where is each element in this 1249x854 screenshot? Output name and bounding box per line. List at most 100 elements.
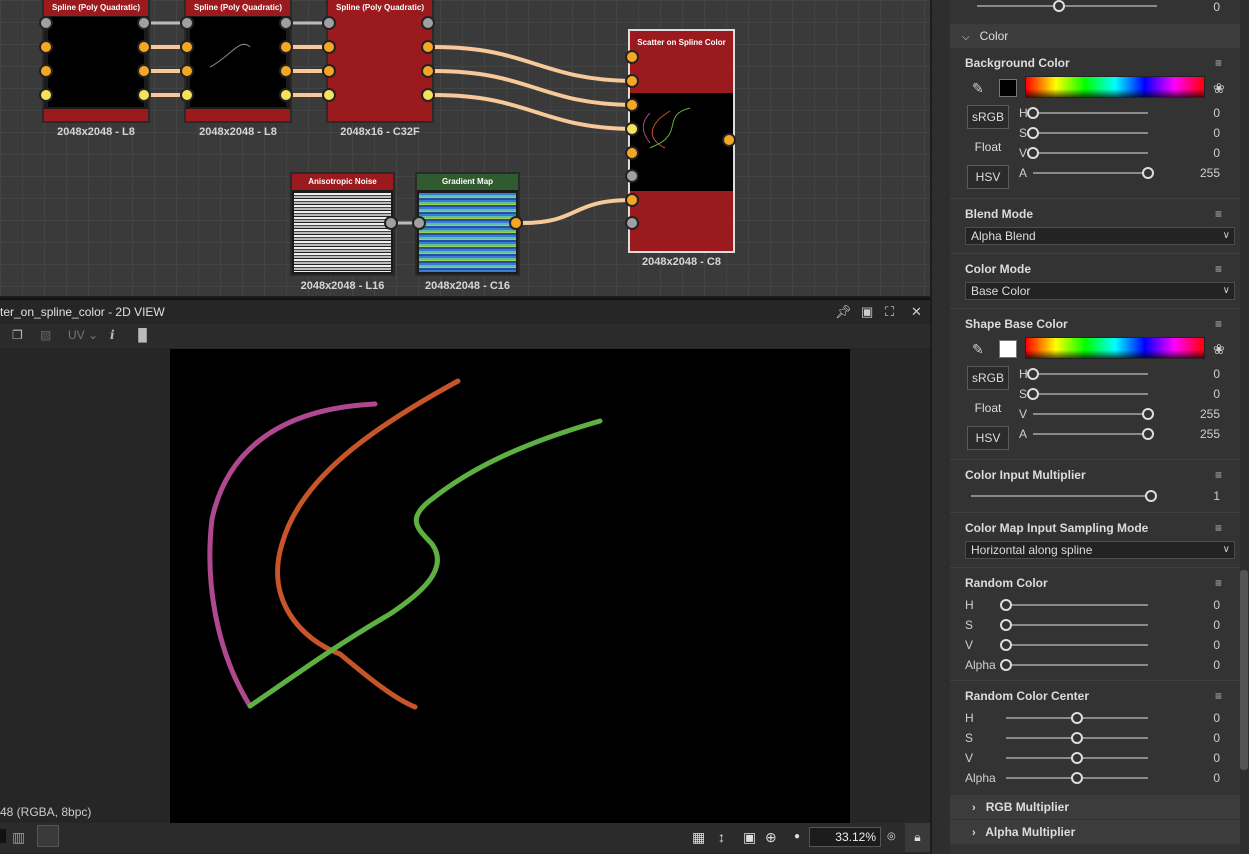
menu-icon[interactable]: ≡: [1215, 468, 1222, 482]
output-port[interactable]: [421, 16, 435, 30]
lock-icon[interactable]: 🔒︎: [905, 823, 930, 852]
section-alpha-multiplier[interactable]: › Alpha Multiplier: [950, 820, 1240, 844]
output-port[interactable]: [421, 40, 435, 54]
menu-icon[interactable]: ≡: [1215, 56, 1222, 70]
menu-icon[interactable]: ≡: [1215, 521, 1222, 535]
output-port[interactable]: [137, 64, 151, 78]
input-port[interactable]: [625, 169, 639, 183]
slider-knob[interactable]: [1027, 127, 1039, 139]
zoom-in-icon[interactable]: ◎: [887, 831, 896, 842]
zoom-out-icon[interactable]: ●: [794, 831, 800, 842]
shape-base-color-swatch[interactable]: [999, 340, 1017, 358]
section-rgb-multiplier[interactable]: › RGB Multiplier: [950, 795, 1240, 819]
anisotropic-noise-node[interactable]: Anisotropic Noise: [290, 172, 395, 276]
slider-knob[interactable]: [1027, 368, 1039, 380]
hsv-button[interactable]: HSV: [967, 165, 1009, 189]
input-port[interactable]: [625, 122, 639, 136]
minimize-icon[interactable]: ▣: [861, 304, 873, 320]
slider-knob[interactable]: [1027, 388, 1039, 400]
hsv-button[interactable]: HSV: [967, 426, 1009, 450]
uv-dropdown[interactable]: UV ⌄: [68, 328, 98, 342]
node-graph[interactable]: Spline (Poly Quadratic) 2048x2048 - L8 S…: [0, 0, 930, 296]
input-port[interactable]: [322, 16, 336, 30]
float-button[interactable]: Float: [967, 396, 1009, 420]
slider-knob[interactable]: [1000, 659, 1012, 671]
menu-icon[interactable]: ≡: [1215, 576, 1222, 590]
output-port[interactable]: [279, 16, 293, 30]
background-color-swatch[interactable]: [999, 79, 1017, 97]
panel-scrollbar[interactable]: [1240, 570, 1248, 770]
srgb-button[interactable]: sRGB: [967, 105, 1009, 129]
scatter-node[interactable]: Scatter on Spline Color: [628, 29, 735, 253]
tiling-icon[interactable]: ▦: [692, 829, 705, 846]
slider-knob[interactable]: [1053, 0, 1065, 12]
output-port[interactable]: [279, 64, 293, 78]
slider-knob[interactable]: [1000, 619, 1012, 631]
input-port[interactable]: [180, 88, 194, 102]
spline-node-1[interactable]: Spline (Poly Quadratic): [42, 0, 150, 123]
histogram-icon[interactable]: ▐▌: [134, 328, 151, 342]
input-port[interactable]: [180, 16, 194, 30]
eyedropper-icon[interactable]: ✎: [972, 80, 984, 97]
hue-picker[interactable]: [1025, 76, 1205, 98]
spline-node-2[interactable]: Spline (Poly Quadratic): [184, 0, 292, 123]
2d-view-canvas[interactable]: [170, 349, 850, 823]
color-mode-select[interactable]: Base Color ∨: [965, 282, 1235, 300]
input-port[interactable]: [39, 16, 53, 30]
input-port[interactable]: [180, 64, 194, 78]
input-port[interactable]: [412, 216, 426, 230]
output-port[interactable]: [421, 88, 435, 102]
input-port[interactable]: [625, 193, 639, 207]
hue-picker[interactable]: [1025, 337, 1205, 359]
input-port[interactable]: [625, 98, 639, 112]
input-port[interactable]: [39, 40, 53, 54]
fit-screen-icon[interactable]: ▣: [743, 829, 756, 846]
output-port[interactable]: [509, 216, 523, 230]
grid-toggle-icon[interactable]: ▥: [12, 829, 25, 846]
fit-width-icon[interactable]: ↕: [718, 829, 725, 845]
zoom-input[interactable]: 33.12%: [809, 827, 881, 847]
slider-knob[interactable]: [1027, 147, 1039, 159]
export-icon[interactable]: ▧: [40, 328, 51, 342]
srgb-button[interactable]: sRGB: [967, 366, 1009, 390]
input-port[interactable]: [625, 216, 639, 230]
input-port[interactable]: [39, 64, 53, 78]
slider-knob[interactable]: [1142, 428, 1154, 440]
menu-icon[interactable]: ≡: [1215, 689, 1222, 703]
input-port[interactable]: [322, 64, 336, 78]
input-port[interactable]: [180, 40, 194, 54]
output-port[interactable]: [137, 40, 151, 54]
close-icon[interactable]: ✕: [911, 304, 922, 320]
input-port[interactable]: [625, 74, 639, 88]
input-port[interactable]: [625, 146, 639, 160]
output-port[interactable]: [384, 216, 398, 230]
input-port[interactable]: [39, 88, 53, 102]
color-map-sampling-select[interactable]: Horizontal along spline ∨: [965, 541, 1235, 559]
output-port[interactable]: [279, 88, 293, 102]
slider-knob[interactable]: [1000, 599, 1012, 611]
menu-icon[interactable]: ≡: [1215, 317, 1222, 331]
output-port[interactable]: [279, 40, 293, 54]
slider-knob[interactable]: [1071, 772, 1083, 784]
eyedropper-icon[interactable]: ✎: [972, 341, 984, 358]
copy-icon[interactable]: ❐: [12, 328, 23, 342]
spline-node-3[interactable]: Spline (Poly Quadratic): [326, 0, 434, 123]
slider-knob[interactable]: [1142, 408, 1154, 420]
pan-icon[interactable]: ⊕: [765, 829, 777, 846]
display-mode-icon[interactable]: [37, 825, 59, 847]
gradient-map-node[interactable]: Gradient Map: [415, 172, 520, 276]
input-port[interactable]: [625, 50, 639, 64]
palette-icon[interactable]: ❀: [1213, 80, 1225, 97]
section-header-color[interactable]: ⌵ Color: [950, 24, 1240, 48]
slider-knob[interactable]: [1027, 107, 1039, 119]
output-port[interactable]: [722, 133, 736, 147]
slider-knob[interactable]: [1145, 490, 1157, 502]
blend-mode-select[interactable]: Alpha Blend ∨: [965, 227, 1235, 245]
output-port[interactable]: [421, 64, 435, 78]
pin-icon[interactable]: 📌︎: [835, 304, 852, 320]
menu-icon[interactable]: ≡: [1215, 207, 1222, 221]
color-chip[interactable]: [0, 829, 6, 843]
slider-knob[interactable]: [1071, 712, 1083, 724]
slider-knob[interactable]: [1071, 732, 1083, 744]
output-port[interactable]: [137, 88, 151, 102]
